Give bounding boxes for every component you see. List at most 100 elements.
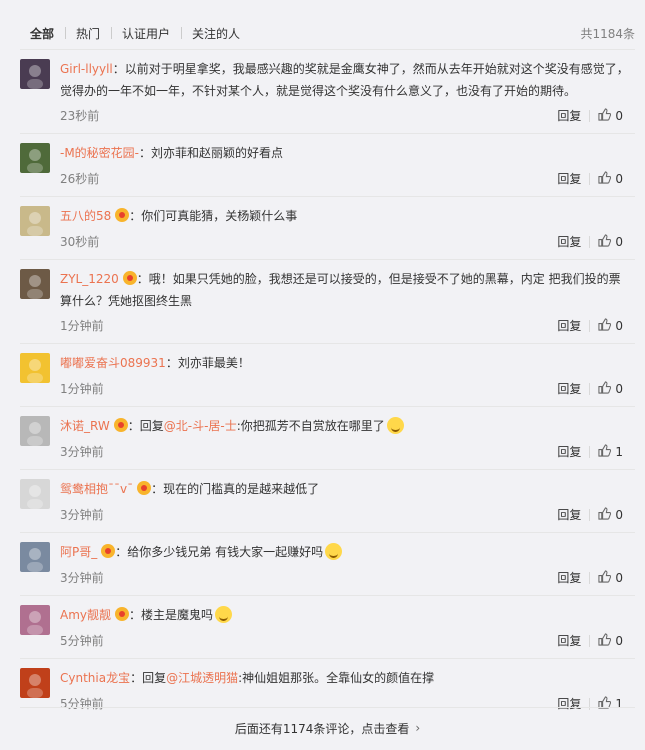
user-avatar[interactable]: [20, 269, 50, 299]
divider: [589, 172, 591, 185]
comment-time: 3分钟前: [60, 571, 104, 585]
reply-button[interactable]: 回复: [557, 380, 581, 397]
comment-item: 阿P哥_ ：给你多少钱兄弟 有钱大家一起赚好吗 3分钟前 回复 0: [20, 532, 635, 595]
comment-text: ：你们可真能猜，关杨颖什么事: [129, 209, 298, 223]
divider: [589, 235, 591, 248]
member-badge-icon: [113, 418, 128, 432]
thumbs-up-icon: [598, 443, 615, 460]
comment-username[interactable]: Girl-llyyll: [60, 62, 113, 76]
like-count: 0: [615, 234, 623, 249]
comment-text: :神仙姐姐那张。全靠仙女的颜值在撑: [238, 671, 435, 685]
comment-time: 1分钟前: [60, 382, 104, 396]
comment-body: Amy靓靓 ：楼主是魔鬼吗: [60, 604, 630, 626]
divider: [589, 445, 591, 458]
like-button[interactable]: 0: [598, 569, 623, 586]
comment-item: 沐诺_RW ：回复@北-斗-居-士:你把孤芳不自赏放在哪里了 3分钟前 回复 1: [20, 406, 635, 469]
divider: [589, 109, 591, 122]
tab-hot[interactable]: 热门: [65, 25, 111, 42]
comment-username[interactable]: 五八的58: [60, 209, 111, 223]
like-button[interactable]: 0: [598, 317, 623, 334]
comment-item: -M的秘密花园-：刘亦菲和赵丽颖的好看点 26秒前 回复 0: [20, 133, 635, 196]
comment-time: 3分钟前: [60, 445, 104, 459]
user-avatar[interactable]: [20, 143, 50, 173]
thumbs-up-icon: [598, 107, 615, 124]
more-comments-label: 后面还有1174条评论，点击查看: [234, 721, 410, 736]
comment-body: 沐诺_RW ：回复@北-斗-居-士:你把孤芳不自赏放在哪里了: [60, 415, 630, 437]
tab-verified[interactable]: 认证用户: [111, 25, 181, 42]
reply-button[interactable]: 回复: [557, 233, 581, 250]
reply-button[interactable]: 回复: [557, 443, 581, 460]
user-avatar[interactable]: [20, 59, 50, 89]
like-button[interactable]: 0: [598, 632, 623, 649]
like-count: 0: [615, 570, 623, 585]
comment-username[interactable]: 沐诺_RW: [60, 419, 110, 433]
user-avatar[interactable]: [20, 479, 50, 509]
comment-text: :你把孤芳不自赏放在哪里了: [236, 419, 385, 433]
user-avatar[interactable]: [20, 353, 50, 383]
user-avatar[interactable]: [20, 668, 50, 698]
comment-actions: 回复 0: [557, 170, 623, 187]
comment-actions: 回复 0: [557, 380, 623, 397]
comment-body: 阿P哥_ ：给你多少钱兄弟 有钱大家一起赚好吗: [60, 541, 630, 563]
comment-body: 鸳鸯相抱ˉˉv¯ ：现在的门槛真的是越来越低了: [60, 478, 630, 500]
like-count: 1: [615, 444, 623, 459]
reply-button[interactable]: 回复: [557, 170, 581, 187]
reply-button[interactable]: 回复: [557, 506, 581, 523]
comment-username[interactable]: 嘟嘟爱奋斗089931: [60, 356, 166, 370]
reply-button[interactable]: 回复: [557, 569, 581, 586]
comment-item: 五八的58 ：你们可真能猜，关杨颖什么事 30秒前 回复 0: [20, 196, 635, 259]
more-comments-link[interactable]: 后面还有1174条评论，点击查看 ›: [20, 707, 635, 748]
comment-text: ：哦！如果只凭她的脸，我想还是可以接受的，但是接受不了她的黑幕，内定 把我们投的…: [60, 272, 621, 308]
member-badge-icon: [137, 481, 152, 495]
like-count: 0: [615, 507, 623, 522]
comment-time: 3分钟前: [60, 508, 104, 522]
comment-actions: 回复 0: [557, 569, 623, 586]
comment-username[interactable]: 阿P哥_: [60, 545, 97, 559]
like-count: 0: [615, 381, 623, 396]
like-button[interactable]: 0: [598, 170, 623, 187]
divider: [589, 508, 591, 521]
user-avatar[interactable]: [20, 206, 50, 236]
like-button[interactable]: 1: [598, 443, 623, 460]
comment-body: ZYL_1220 ：哦！如果只凭她的脸，我想还是可以接受的，但是接受不了她的黑幕，…: [60, 268, 630, 312]
mention-link[interactable]: @北-斗-居-士: [164, 419, 237, 433]
comment-text: ：楼主是魔鬼吗: [129, 608, 214, 622]
user-avatar[interactable]: [20, 605, 50, 635]
comment-username[interactable]: Amy靓靓: [60, 608, 111, 622]
comment-item: Girl-llyyll：以前对于明星拿奖，我最感兴趣的奖就是金鹰女神了，然而从去…: [20, 49, 635, 133]
eyes-emoji: [386, 417, 404, 434]
tab-all[interactable]: 全部: [20, 25, 65, 42]
comment-actions: 回复 1: [557, 443, 623, 460]
thumbs-up-icon: [598, 380, 615, 397]
comment-body: 嘟嘟爱奋斗089931：刘亦菲最美！: [60, 352, 630, 374]
comment-username[interactable]: -M的秘密花园-: [60, 146, 139, 160]
comment-list: Girl-llyyll：以前对于明星拿奖，我最感兴趣的奖就是金鹰女神了，然而从去…: [20, 49, 635, 721]
like-button[interactable]: 0: [598, 233, 623, 250]
laugh-emoji: [215, 606, 233, 623]
reply-button[interactable]: 回复: [557, 317, 581, 334]
like-button[interactable]: 0: [598, 506, 623, 523]
comment-body: Cynthia龙宝：回复@江城透明猫:神仙姐姐那张。全靠仙女的颜值在撑: [60, 667, 630, 689]
like-button[interactable]: 0: [598, 107, 623, 124]
comment-text: ：刘亦菲最美！: [165, 356, 250, 370]
user-avatar[interactable]: [20, 542, 50, 572]
comment-text: ：给你多少钱兄弟 有钱大家一起赚好吗: [115, 545, 324, 559]
comment-text: ：以前对于明星拿奖，我最感兴趣的奖就是金鹰女神了，然而从去年开始就对这个奖没有感…: [60, 62, 629, 98]
reply-button[interactable]: 回复: [557, 632, 581, 649]
comment-item: Amy靓靓 ：楼主是魔鬼吗 5分钟前 回复 0: [20, 595, 635, 658]
comment-item: 嘟嘟爱奋斗089931：刘亦菲最美！ 1分钟前 回复 0: [20, 343, 635, 406]
mention-link[interactable]: @江城透明猫: [166, 671, 238, 685]
member-badge-icon: [115, 208, 130, 222]
comment-time: 26秒前: [60, 172, 100, 186]
reply-button[interactable]: 回复: [557, 107, 581, 124]
comment-username[interactable]: Cynthia龙宝: [60, 671, 130, 685]
comment-username[interactable]: ZYL_1220: [60, 272, 119, 286]
member-badge-icon: [115, 607, 130, 621]
like-button[interactable]: 0: [598, 380, 623, 397]
comment-username[interactable]: 鸳鸯相抱ˉˉv¯: [60, 482, 133, 496]
comment-text: ：现在的门槛真的是越来越低了: [151, 482, 320, 496]
comment-actions: 回复 0: [557, 317, 623, 334]
user-avatar[interactable]: [20, 416, 50, 446]
tab-following[interactable]: 关注的人: [181, 25, 251, 42]
like-count: 0: [615, 171, 623, 186]
